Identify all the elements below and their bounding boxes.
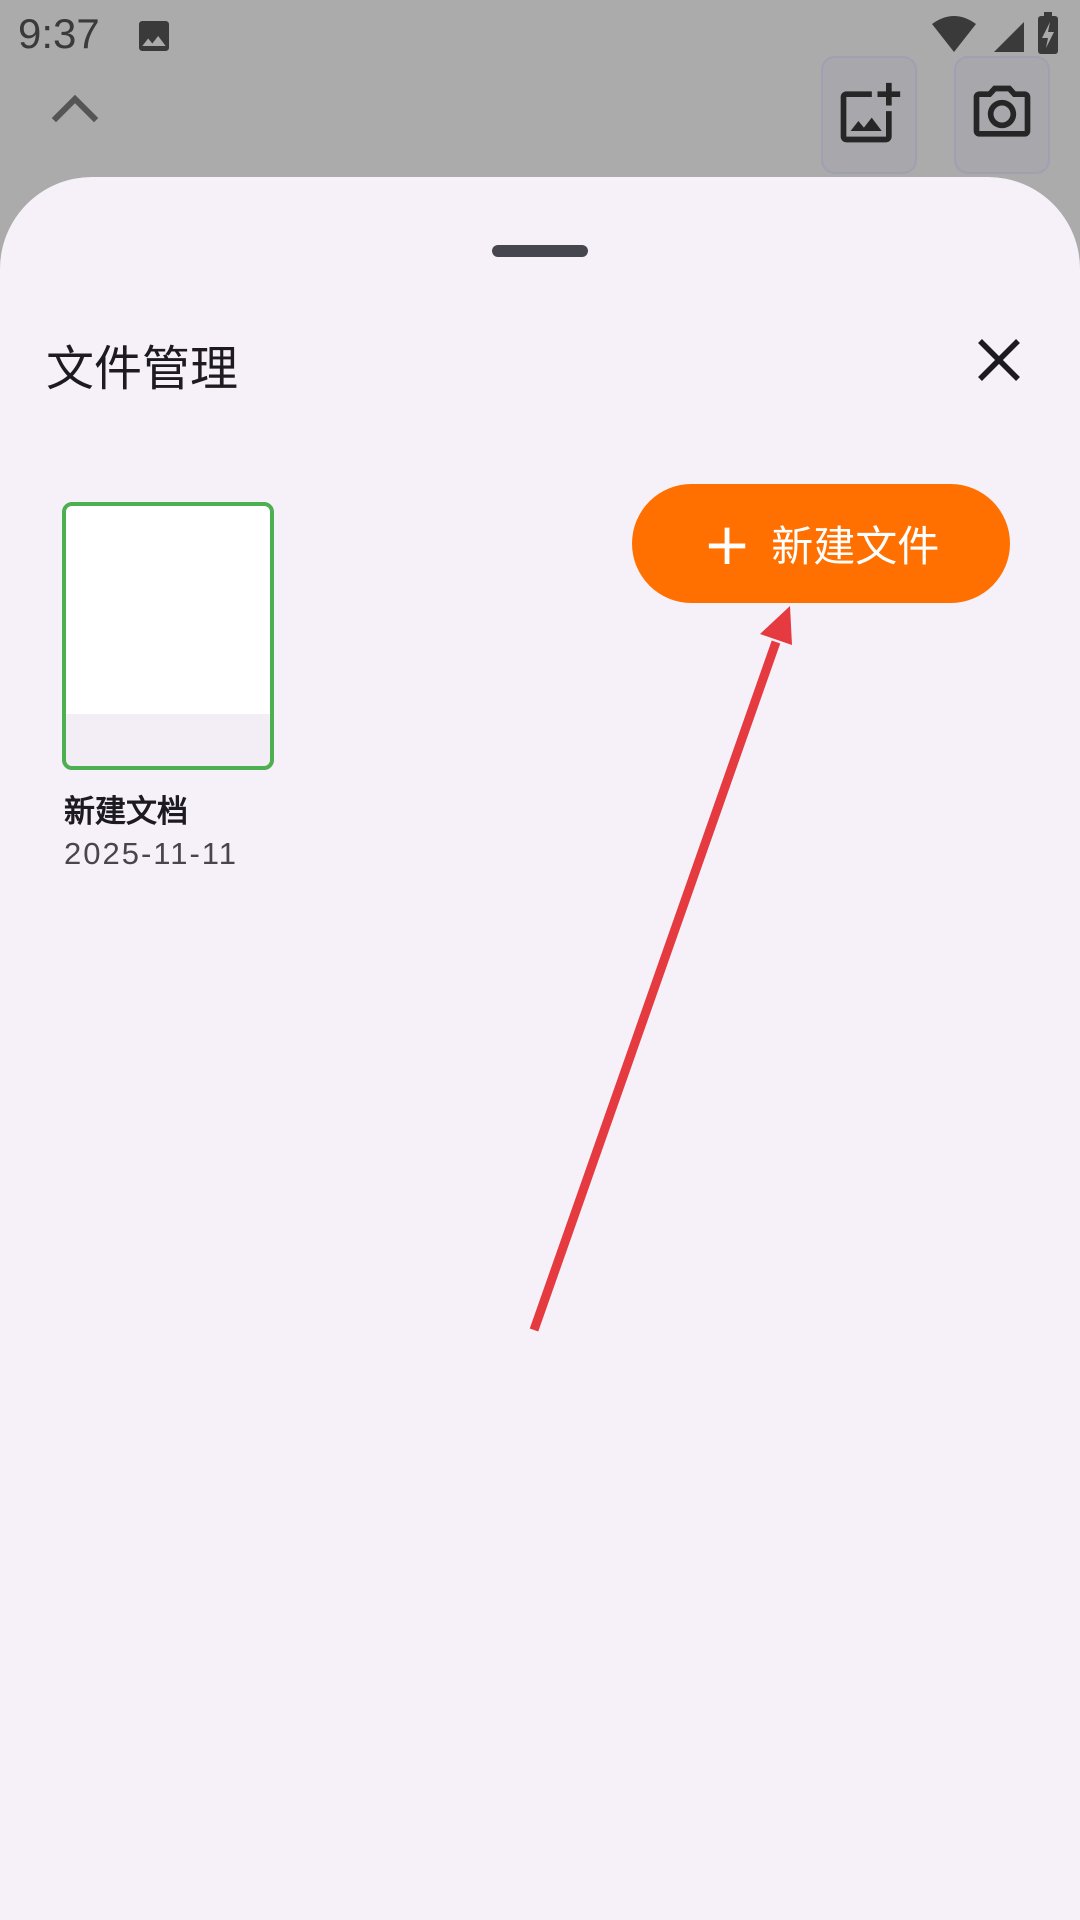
- wifi-icon: [932, 16, 976, 52]
- camera-button[interactable]: [954, 56, 1050, 174]
- add-photo-icon: [840, 82, 901, 143]
- signal-icon: [994, 22, 1024, 52]
- plus-icon: +: [702, 509, 752, 578]
- document-date: 2025-11-11: [64, 836, 238, 871]
- close-icon: [978, 339, 1020, 381]
- document-page-preview: [66, 506, 270, 714]
- document-name: 新建文档: [64, 794, 188, 830]
- new-file-button[interactable]: + 新建文件: [632, 484, 1010, 603]
- close-button[interactable]: [966, 327, 1032, 393]
- add-image-button[interactable]: [821, 56, 917, 174]
- new-file-label: 新建文件: [771, 522, 940, 571]
- status-time: 9:37: [18, 10, 100, 57]
- drag-handle[interactable]: [492, 245, 588, 257]
- document-thumbnail: [62, 502, 274, 770]
- file-manager-sheet: 文件管理 + 新建文件: [0, 177, 1080, 1920]
- status-icons: [932, 12, 1058, 54]
- sheet-title: 文件管理: [46, 341, 239, 397]
- camera-icon: [973, 85, 1031, 137]
- image-notification-icon: [139, 21, 169, 51]
- document-card[interactable]: [62, 502, 274, 770]
- chevron-up-icon[interactable]: [50, 88, 100, 128]
- battery-icon: [1038, 12, 1058, 54]
